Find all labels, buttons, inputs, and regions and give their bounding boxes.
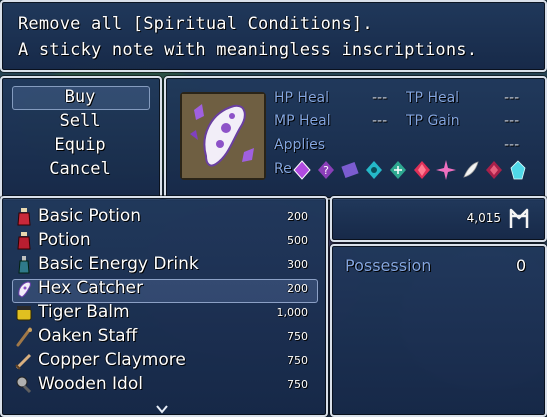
- item-name: Basic Potion: [38, 206, 142, 226]
- item-name: Wooden Idol: [38, 374, 143, 394]
- red-potion-icon: [17, 232, 31, 250]
- tp-gain-value: ---: [504, 113, 520, 129]
- list-item[interactable]: Basic Energy Drink 300: [14, 254, 314, 278]
- item-name: Basic Energy Drink: [38, 254, 199, 274]
- help-line-1: Remove all [Spiritual Conditions].: [18, 14, 373, 34]
- item-price: 750: [287, 330, 308, 343]
- idol-icon: [16, 376, 32, 394]
- item-price: 750: [287, 378, 308, 391]
- list-item[interactable]: Tiger Balm 1,000: [14, 302, 314, 326]
- possession-label: Possession: [345, 256, 432, 275]
- scroll-down-arrow-icon[interactable]: [156, 404, 168, 414]
- list-item[interactable]: Potion 500: [14, 230, 314, 254]
- svg-text:?: ?: [323, 164, 329, 177]
- item-price: 1,000: [276, 306, 309, 319]
- item-name: Hex Catcher: [38, 278, 143, 298]
- sell-command[interactable]: Sell: [6, 111, 154, 131]
- applies-value: ---: [504, 137, 520, 153]
- question-mark-icon: ?: [318, 161, 334, 179]
- list-item[interactable]: Wooden Idol 750: [14, 374, 314, 398]
- purple-diamond-icon: [293, 160, 311, 180]
- tp-gain-label: TP Gain: [406, 113, 460, 129]
- cancel-command[interactable]: Cancel: [6, 159, 154, 179]
- purple-card-icon: [341, 161, 359, 179]
- tp-heal-value: ---: [504, 90, 520, 106]
- hp-heal-value: ---: [372, 90, 388, 106]
- removed-states-row: ?: [292, 159, 532, 181]
- currency-rune-icon: [509, 208, 529, 228]
- buy-command[interactable]: Buy: [6, 87, 154, 107]
- mp-heal-value: ---: [372, 113, 388, 129]
- sword-icon: [15, 353, 32, 370]
- pink-sparkle-icon: [436, 160, 456, 180]
- help-line-2: A sticky note with meaningless inscripti…: [18, 40, 478, 60]
- possession-value: 0: [516, 256, 527, 275]
- item-price: 200: [287, 210, 308, 223]
- equip-command[interactable]: Equip: [6, 135, 154, 155]
- list-item-selected[interactable]: Hex Catcher 200: [14, 278, 314, 302]
- cyan-crystal-icon: [510, 160, 526, 180]
- hp-heal-label: HP Heal: [274, 90, 330, 106]
- item-price: 200: [287, 282, 308, 295]
- item-name: Potion: [38, 230, 91, 250]
- white-feather-icon: [463, 161, 479, 178]
- crimson-diamond-icon: [486, 161, 502, 179]
- red-potion-icon: [17, 208, 31, 226]
- help-window: Remove all [Spiritual Conditions]. A sti…: [0, 0, 547, 72]
- applies-label: Applies: [274, 137, 326, 153]
- tp-heal-label: TP Heal: [406, 90, 460, 106]
- staff-icon: [16, 327, 32, 347]
- item-price: 500: [287, 234, 308, 247]
- teal-rune-icon: [390, 161, 406, 179]
- hex-catcher-scroll-icon: [180, 92, 266, 180]
- item-name: Tiger Balm: [38, 302, 130, 322]
- item-price: 750: [287, 354, 308, 367]
- list-item[interactable]: Copper Claymore 750: [14, 350, 314, 374]
- hex-catcher-scroll-icon: [18, 281, 31, 298]
- mp-heal-label: MP Heal: [274, 113, 331, 129]
- red-gem-icon: [414, 161, 430, 179]
- item-name: Copper Claymore: [38, 350, 186, 370]
- item-price: 300: [287, 258, 308, 271]
- list-item[interactable]: Basic Potion 200: [14, 206, 314, 230]
- teal-bottle-icon: [18, 256, 30, 274]
- list-item[interactable]: Oaken Staff 750: [14, 326, 314, 350]
- item-name: Oaken Staff: [38, 326, 138, 346]
- gold-amount: 4,015: [466, 211, 501, 225]
- cyan-rune-icon: [366, 161, 382, 179]
- balm-jar-icon: [16, 306, 32, 321]
- removes-label: Re: [274, 161, 292, 177]
